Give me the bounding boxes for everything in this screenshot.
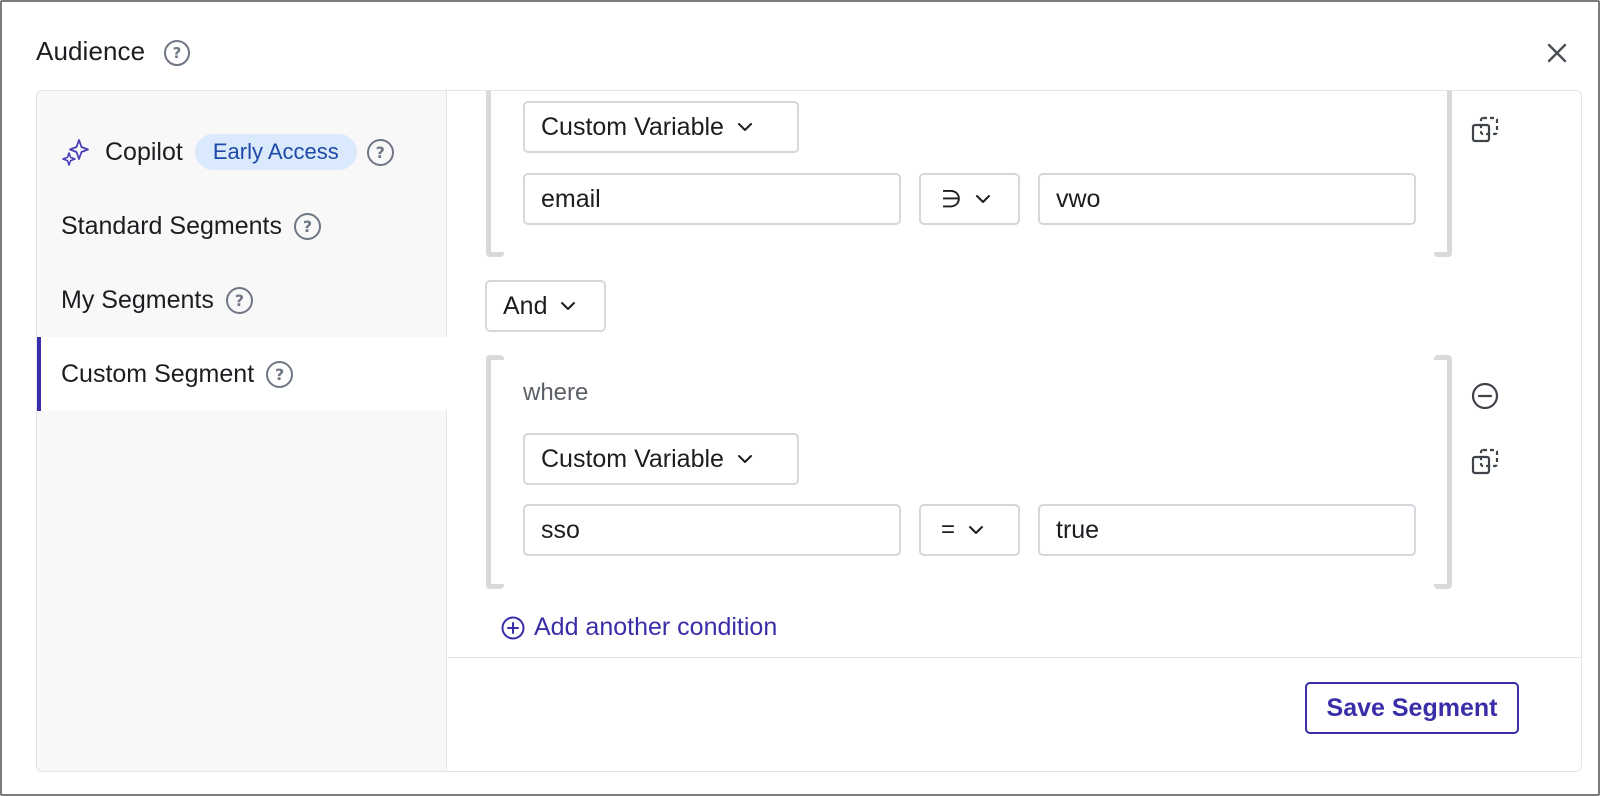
sidebar-item-my-segments[interactable]: My Segments ? [37, 263, 447, 337]
sidebar-item-standard-segments[interactable]: Standard Segments ? [37, 189, 447, 263]
modal-body: Copilot Early Access ? Standard Segments… [36, 90, 1582, 772]
chevron-down-icon [975, 195, 990, 203]
help-circle-icon[interactable]: ? [164, 40, 190, 66]
group-bracket-left [486, 91, 504, 257]
condition-type-dropdown[interactable]: Custom Variable [523, 101, 799, 153]
chevron-down-icon [737, 455, 752, 463]
logic-operator-dropdown[interactable]: And [485, 280, 606, 332]
help-circle-icon[interactable]: ? [366, 138, 394, 166]
early-access-badge: Early Access [194, 134, 357, 170]
sidebar-item-label: Custom Segment [61, 359, 255, 388]
dropdown-label: Custom Variable [541, 444, 724, 473]
operator-dropdown[interactable]: = [919, 504, 1020, 556]
condition-type-dropdown[interactable]: Custom Variable [523, 433, 799, 485]
duplicate-icon[interactable] [1470, 447, 1500, 477]
sidebar-item-label: Standard Segments [61, 211, 282, 240]
condition-builder: Custom Variable ∋ And where [448, 91, 1581, 657]
help-circle-icon[interactable]: ? [293, 212, 321, 240]
help-circle-icon[interactable]: ? [266, 360, 294, 388]
operator-dropdown[interactable]: ∋ [919, 173, 1020, 225]
dropdown-label: Custom Variable [541, 112, 724, 141]
dropdown-label: And [503, 291, 548, 320]
plus-circle-icon [501, 616, 525, 639]
modal-title: Audience [36, 36, 146, 66]
variable-value-input[interactable] [1038, 504, 1416, 556]
sidebar-item-label: My Segments [61, 285, 214, 314]
chevron-down-icon [969, 526, 984, 534]
sparkle-icon [62, 139, 89, 166]
operator-label: = [941, 516, 956, 543]
group-bracket-left [486, 355, 504, 589]
save-segment-button[interactable]: Save Segment [1305, 682, 1519, 734]
group-bracket-right [1434, 355, 1452, 589]
operator-label: ∋ [941, 185, 962, 213]
variable-name-input[interactable] [523, 173, 901, 225]
duplicate-icon[interactable] [1470, 115, 1500, 145]
add-condition-label: Add another condition [534, 613, 778, 641]
close-icon[interactable] [1542, 38, 1572, 68]
where-label: where [523, 379, 589, 406]
chevron-down-icon [561, 302, 576, 310]
sidebar-item-copilot[interactable]: Copilot Early Access ? [37, 115, 447, 189]
add-condition-link[interactable]: Add another condition [500, 613, 777, 642]
variable-value-input[interactable] [1038, 173, 1416, 225]
help-circle-icon[interactable]: ? [225, 286, 253, 314]
chevron-down-icon [737, 123, 752, 131]
remove-circle-icon[interactable] [1470, 381, 1500, 411]
modal-footer: Save Segment [448, 657, 1581, 771]
sidebar-item-label: Copilot [105, 137, 183, 166]
group-bracket-right [1434, 91, 1452, 257]
sidebar-item-custom-segment[interactable]: Custom Segment ? [37, 337, 447, 411]
segment-sidebar: Copilot Early Access ? Standard Segments… [37, 91, 447, 771]
audience-modal: Audience ? Copilot Early Access ? Standa… [0, 0, 1600, 796]
variable-name-input[interactable] [523, 504, 901, 556]
